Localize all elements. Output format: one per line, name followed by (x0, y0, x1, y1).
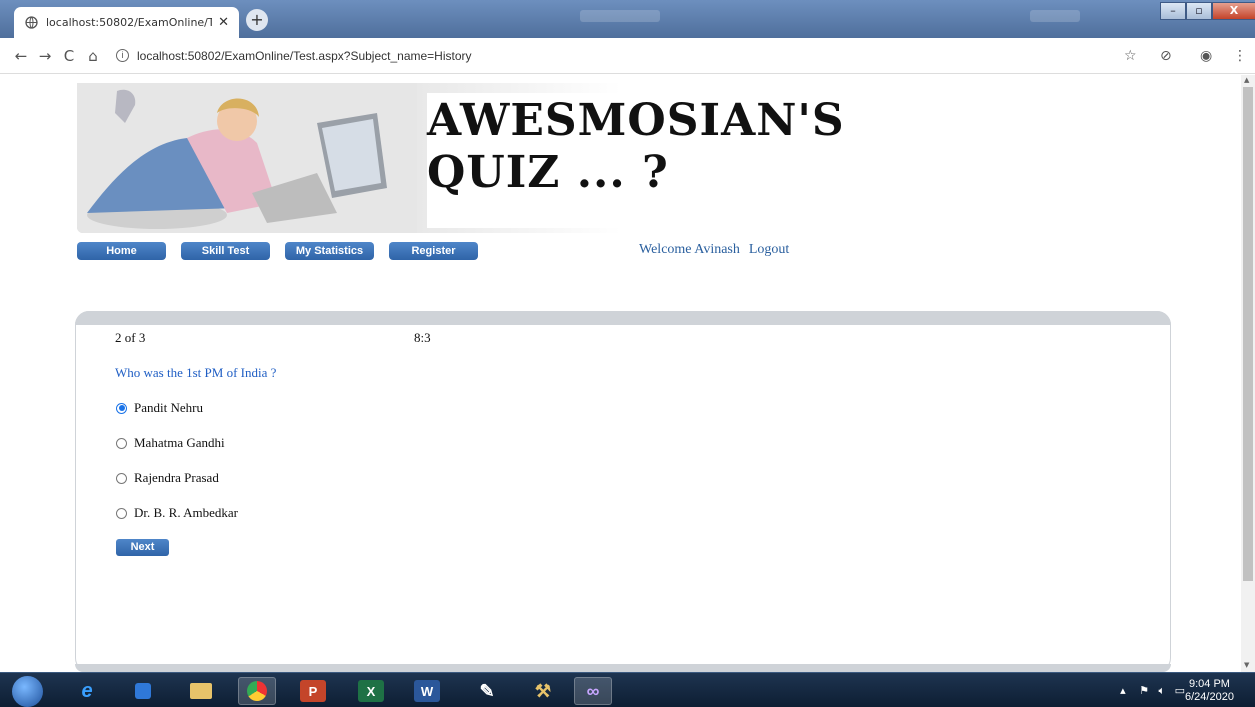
site-title-line2: QUIZ ... ? (427, 147, 669, 198)
tab-title: localhost:50802/ExamOnline/Tes (46, 16, 213, 29)
explorer-icon[interactable] (182, 677, 220, 705)
flag-icon[interactable]: ⚑ (1139, 684, 1149, 697)
logout-link[interactable]: Logout (749, 242, 789, 257)
quiz-timer: 8:3 (414, 330, 431, 345)
radio-button[interactable] (116, 472, 127, 484)
window-controls: – ▫ X (1160, 2, 1255, 22)
excel-icon[interactable]: X (358, 680, 384, 702)
url-text: localhost:50802/ExamOnline/Test.aspx?Sub… (137, 48, 472, 63)
clock-date: 6/24/2020 (1185, 691, 1234, 703)
home-icon[interactable]: ⌂ (82, 47, 104, 65)
blurred-region (1030, 10, 1080, 22)
scroll-up-icon[interactable]: ▲ (1244, 76, 1249, 84)
word-icon[interactable]: W (414, 680, 440, 702)
site-title: AWESMOSIAN'S QUIZ ... ? (427, 95, 845, 199)
next-button[interactable]: Next (116, 539, 169, 556)
welcome-area: Welcome Avinash Logout (639, 242, 798, 258)
option-br-ambedkar[interactable]: Dr. B. R. Ambedkar (116, 505, 238, 521)
tab-close-icon[interactable]: ✕ (218, 15, 229, 30)
blurred-region (580, 10, 660, 22)
welcome-text: Welcome Avinash (639, 242, 740, 257)
minimize-icon[interactable]: – (1160, 2, 1186, 20)
star-icon[interactable]: ☆ (1124, 48, 1137, 64)
network-icon[interactable]: ▭ (1175, 684, 1185, 697)
url-field[interactable]: i localhost:50802/ExamOnline/Test.aspx?S… (116, 49, 472, 63)
quiz-panel: 2 of 3 8:3 Who was the 1st PM of India ?… (75, 311, 1171, 672)
radio-button[interactable] (116, 437, 127, 449)
chrome-icon[interactable] (238, 677, 276, 705)
visual-studio-icon[interactable]: ∞ (574, 677, 612, 705)
nav-home[interactable]: Home (77, 242, 166, 260)
address-bar: ← → C ⌂ i localhost:50802/ExamOnline/Tes… (0, 38, 1255, 74)
back-icon[interactable]: ← (10, 47, 32, 65)
powerpoint-icon[interactable]: P (300, 680, 326, 702)
site-banner: AWESMOSIAN'S QUIZ ... ? (77, 83, 844, 233)
system-tray: ▴ ⚑ 🔈︎ ▭ (1120, 684, 1185, 698)
block-icon[interactable]: ⊘ (1160, 48, 1172, 64)
scroll-down-icon[interactable]: ▼ (1244, 661, 1249, 669)
option-mahatma-gandhi[interactable]: Mahatma Gandhi (116, 435, 225, 451)
nav-my-statistics[interactable]: My Statistics (285, 242, 374, 260)
option-label: Rajendra Prasad (134, 470, 219, 485)
banner-photo (77, 83, 417, 233)
site-title-line1: AWESMOSIAN'S (427, 95, 845, 146)
paint-icon[interactable]: ✎ (468, 677, 506, 705)
tray-arrow-icon[interactable]: ▴ (1120, 684, 1126, 697)
scroll-thumb[interactable] (1243, 87, 1253, 581)
panel-header-bar (75, 311, 1171, 325)
media-player-icon[interactable] (124, 677, 162, 705)
browser-tab[interactable]: localhost:50802/ExamOnline/Tes ✕ (14, 7, 239, 38)
option-label: Pandit Nehru (134, 400, 203, 415)
option-rajendra-prasad[interactable]: Rajendra Prasad (116, 470, 219, 486)
info-icon[interactable]: i (116, 49, 129, 62)
page-scrollbar[interactable]: ▲ ▼ (1241, 75, 1255, 672)
tools-icon[interactable]: ⚒ (524, 677, 562, 705)
forward-icon[interactable]: → (34, 47, 56, 65)
close-window-icon[interactable]: X (1212, 2, 1255, 20)
start-button[interactable] (12, 676, 43, 707)
panel-footer-bar (75, 664, 1171, 672)
option-label: Dr. B. R. Ambedkar (134, 505, 238, 520)
radio-button[interactable] (116, 402, 127, 414)
volume-icon[interactable]: 🔈︎ (1158, 684, 1165, 697)
question-text: Who was the 1st PM of India ? (115, 365, 277, 380)
option-label: Mahatma Gandhi (134, 435, 225, 450)
radio-button[interactable] (116, 507, 127, 519)
new-tab-button[interactable]: + (246, 9, 268, 31)
menu-icon[interactable]: ⋮ (1233, 48, 1247, 64)
account-icon[interactable]: ◉ (1200, 48, 1212, 64)
nav-register[interactable]: Register (389, 242, 478, 260)
taskbar: e P X W ✎ ⚒ ∞ ▴ ⚑ 🔈︎ ▭ 9:04 PM 6/24/2020 (0, 672, 1255, 707)
maximize-icon[interactable]: ▫ (1186, 2, 1212, 20)
page-content: AWESMOSIAN'S QUIZ ... ? Home Skill Test … (0, 75, 1241, 672)
browser-titlebar: localhost:50802/ExamOnline/Tes ✕ + – ▫ X (0, 0, 1255, 38)
clock-time: 9:04 PM (1188, 678, 1230, 690)
option-pandit-nehru[interactable]: Pandit Nehru (116, 400, 203, 416)
globe-icon (24, 16, 38, 30)
question-progress: 2 of 3 (115, 330, 146, 345)
ie-icon[interactable]: e (68, 677, 106, 705)
nav-skill-test[interactable]: Skill Test (181, 242, 270, 260)
taskbar-clock[interactable]: 9:04 PM 6/24/2020 (1185, 678, 1234, 704)
reload-icon[interactable]: C (58, 47, 80, 65)
